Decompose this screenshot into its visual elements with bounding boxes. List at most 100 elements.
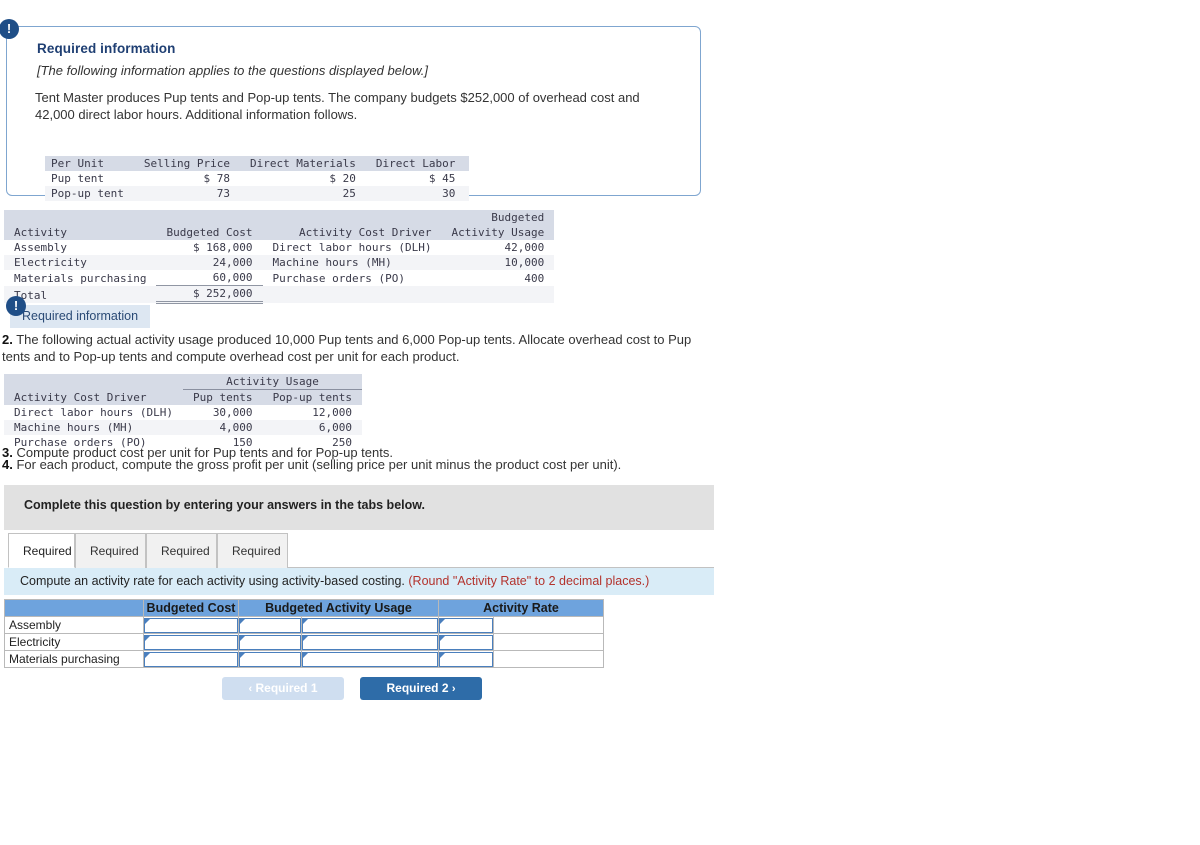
tab-required-4[interactable]: Required 4 xyxy=(217,533,288,592)
assembly-usage-cell-b[interactable] xyxy=(301,616,439,634)
question-2-number: 2. xyxy=(2,332,13,347)
assembly-activity-rate-input[interactable] xyxy=(439,617,493,633)
materials-usage-cell-a[interactable] xyxy=(238,650,302,668)
header-blank xyxy=(4,599,144,617)
instruction-rounding-note: (Round "Activity Rate" to 2 decimal plac… xyxy=(408,574,650,588)
tab-required-2[interactable]: Required 2 xyxy=(75,533,146,592)
table-row-total: Total $ 252,000 xyxy=(4,285,555,304)
required-information-label: Required information xyxy=(22,309,139,323)
cell-driver: Purchase orders (PO) xyxy=(272,271,405,285)
cell-value: $ 78 xyxy=(203,172,230,185)
electricity-usage-input-b[interactable] xyxy=(302,634,438,650)
row-label-electricity: Electricity xyxy=(4,633,144,651)
table-row: Electricity xyxy=(4,633,604,651)
table-header-row: Activity Budgeted Cost Activity Cost Dri… xyxy=(4,225,555,240)
next-required-label: Required 2 xyxy=(386,681,449,695)
assembly-budgeted-cost-input[interactable] xyxy=(144,617,238,633)
materials-activity-rate-cell[interactable] xyxy=(438,650,494,668)
col-selling-price: Selling Price xyxy=(143,157,230,170)
next-required-button[interactable]: Required 2 › xyxy=(360,677,482,700)
assembly-usage-input-b[interactable] xyxy=(302,617,438,633)
cell-value: 6,000 xyxy=(318,421,353,434)
instruction-band: Compute an activity rate for each activi… xyxy=(4,568,714,595)
previous-required-label: Required 1 xyxy=(255,681,318,695)
cell-value: 400 xyxy=(524,271,545,285)
question-2-text: The following actual activity usage prod… xyxy=(2,332,692,364)
scenario-paragraph: Tent Master produces Pup tents and Pop-u… xyxy=(35,90,640,122)
cell-value: 42,000 xyxy=(504,241,545,254)
budgeted-activity-table: Budgeted Activity Budgeted Cost Activity… xyxy=(4,210,555,304)
activity-rate-answer-grid: Budgeted Cost Budgeted Activity Usage Ac… xyxy=(4,599,604,668)
col-spacer xyxy=(4,374,183,390)
header-budgeted-cost: Budgeted Cost xyxy=(143,599,239,617)
cell-value: $ 20 xyxy=(329,172,356,185)
assembly-budgeted-cost-cell[interactable] xyxy=(143,616,239,634)
table-row: Pup tent $ 78 $ 20 $ 45 xyxy=(45,171,470,186)
col-per-unit: Per Unit xyxy=(51,157,104,170)
assembly-usage-cell-a[interactable] xyxy=(238,616,302,634)
electricity-usage-cell-a[interactable] xyxy=(238,633,302,651)
assembly-usage-input-a[interactable] xyxy=(239,617,301,633)
col-activity: Activity xyxy=(14,226,67,239)
col-spacer xyxy=(263,210,442,225)
materials-budgeted-cost-cell[interactable] xyxy=(143,650,239,668)
cell-value: 25 xyxy=(342,187,356,200)
materials-budgeted-cost-input[interactable] xyxy=(144,651,238,667)
assembly-activity-rate-cell[interactable] xyxy=(438,616,494,634)
table-group-header-row: Activity Usage xyxy=(4,374,363,390)
cell-label: Pop-up tent xyxy=(51,187,124,200)
electricity-usage-input-a[interactable] xyxy=(239,634,301,650)
col-activity-usage-group: Activity Usage xyxy=(182,374,363,390)
electricity-activity-rate-cell[interactable] xyxy=(438,633,494,651)
electricity-usage-cell-b[interactable] xyxy=(301,633,439,651)
activity-usage-table: Activity Usage Activity Cost Driver Pup … xyxy=(4,374,363,450)
cell-driver: Machine hours (MH) xyxy=(272,256,392,269)
materials-usage-cell-b[interactable] xyxy=(301,650,439,668)
table-row: Materials purchasing 60,000 Purchase ord… xyxy=(4,270,555,286)
col-direct-labor: Direct Labor xyxy=(375,157,456,170)
page-title: Required information xyxy=(37,41,176,56)
row-label-materials-purchasing: Materials purchasing xyxy=(4,650,144,668)
answer-grid-header-row: Budgeted Cost Budgeted Activity Usage Ac… xyxy=(4,599,604,617)
tab-required-1[interactable]: Required 1 xyxy=(8,533,75,592)
table-row: Direct labor hours (DLH) 30,000 12,000 xyxy=(4,405,363,420)
question-2: 2. The following actual activity usage p… xyxy=(2,331,702,365)
cell-value: 30 xyxy=(442,187,456,200)
cell-value: 12,000 xyxy=(312,406,353,419)
materials-rate-blank xyxy=(493,650,604,668)
materials-usage-input-a[interactable] xyxy=(239,651,301,667)
electricity-budgeted-cost-cell[interactable] xyxy=(143,633,239,651)
cell-label: Assembly xyxy=(14,241,67,254)
per-unit-table: Per Unit Selling Price Direct Materials … xyxy=(45,156,470,201)
previous-required-button[interactable]: ‹ Required 1 xyxy=(222,677,344,700)
cell-value: $ 45 xyxy=(428,172,456,185)
cell-label: Direct labor hours (DLH) xyxy=(14,406,173,419)
col-budgeted-top: Budgeted xyxy=(491,211,545,224)
row-label-assembly: Assembly xyxy=(4,616,144,634)
col-budgeted-cost: Budgeted Cost xyxy=(166,226,253,239)
table-row: Electricity 24,000 Machine hours (MH) 10… xyxy=(4,255,555,270)
materials-usage-input-b[interactable] xyxy=(302,651,438,667)
question-4-text: For each product, compute the gross prof… xyxy=(16,457,622,472)
cell-driver: Direct labor hours (DLH) xyxy=(272,241,432,254)
table-row: Assembly $ 168,000 Direct labor hours (D… xyxy=(4,240,555,255)
col-spacer xyxy=(4,210,156,225)
instruction-main: Compute an activity rate for each activi… xyxy=(20,574,405,588)
cell-empty xyxy=(263,286,442,303)
col-budgeted-activity-usage: Activity Usage xyxy=(451,226,545,239)
col-activity-cost-driver: Activity Cost Driver xyxy=(14,391,147,404)
table-header-row: Per Unit Selling Price Direct Materials … xyxy=(45,156,470,171)
cell-value: $ 168,000 xyxy=(192,241,253,254)
electricity-activity-rate-input[interactable] xyxy=(439,634,493,650)
tab-required-3[interactable]: Required 3 xyxy=(146,533,217,592)
required-information-pill: ! Required information xyxy=(6,296,151,328)
table-row: Pop-up tent 73 25 30 xyxy=(45,186,470,201)
electricity-budgeted-cost-input[interactable] xyxy=(144,634,238,650)
applies-note: [The following information applies to th… xyxy=(37,63,428,78)
electricity-rate-blank xyxy=(493,633,604,651)
question-page: ! Required information [The following in… xyxy=(0,0,1200,845)
cell-value: 10,000 xyxy=(504,256,545,269)
cell-label: Machine hours (MH) xyxy=(14,421,134,434)
materials-activity-rate-input[interactable] xyxy=(439,651,493,667)
table-row: Machine hours (MH) 4,000 6,000 xyxy=(4,420,363,435)
